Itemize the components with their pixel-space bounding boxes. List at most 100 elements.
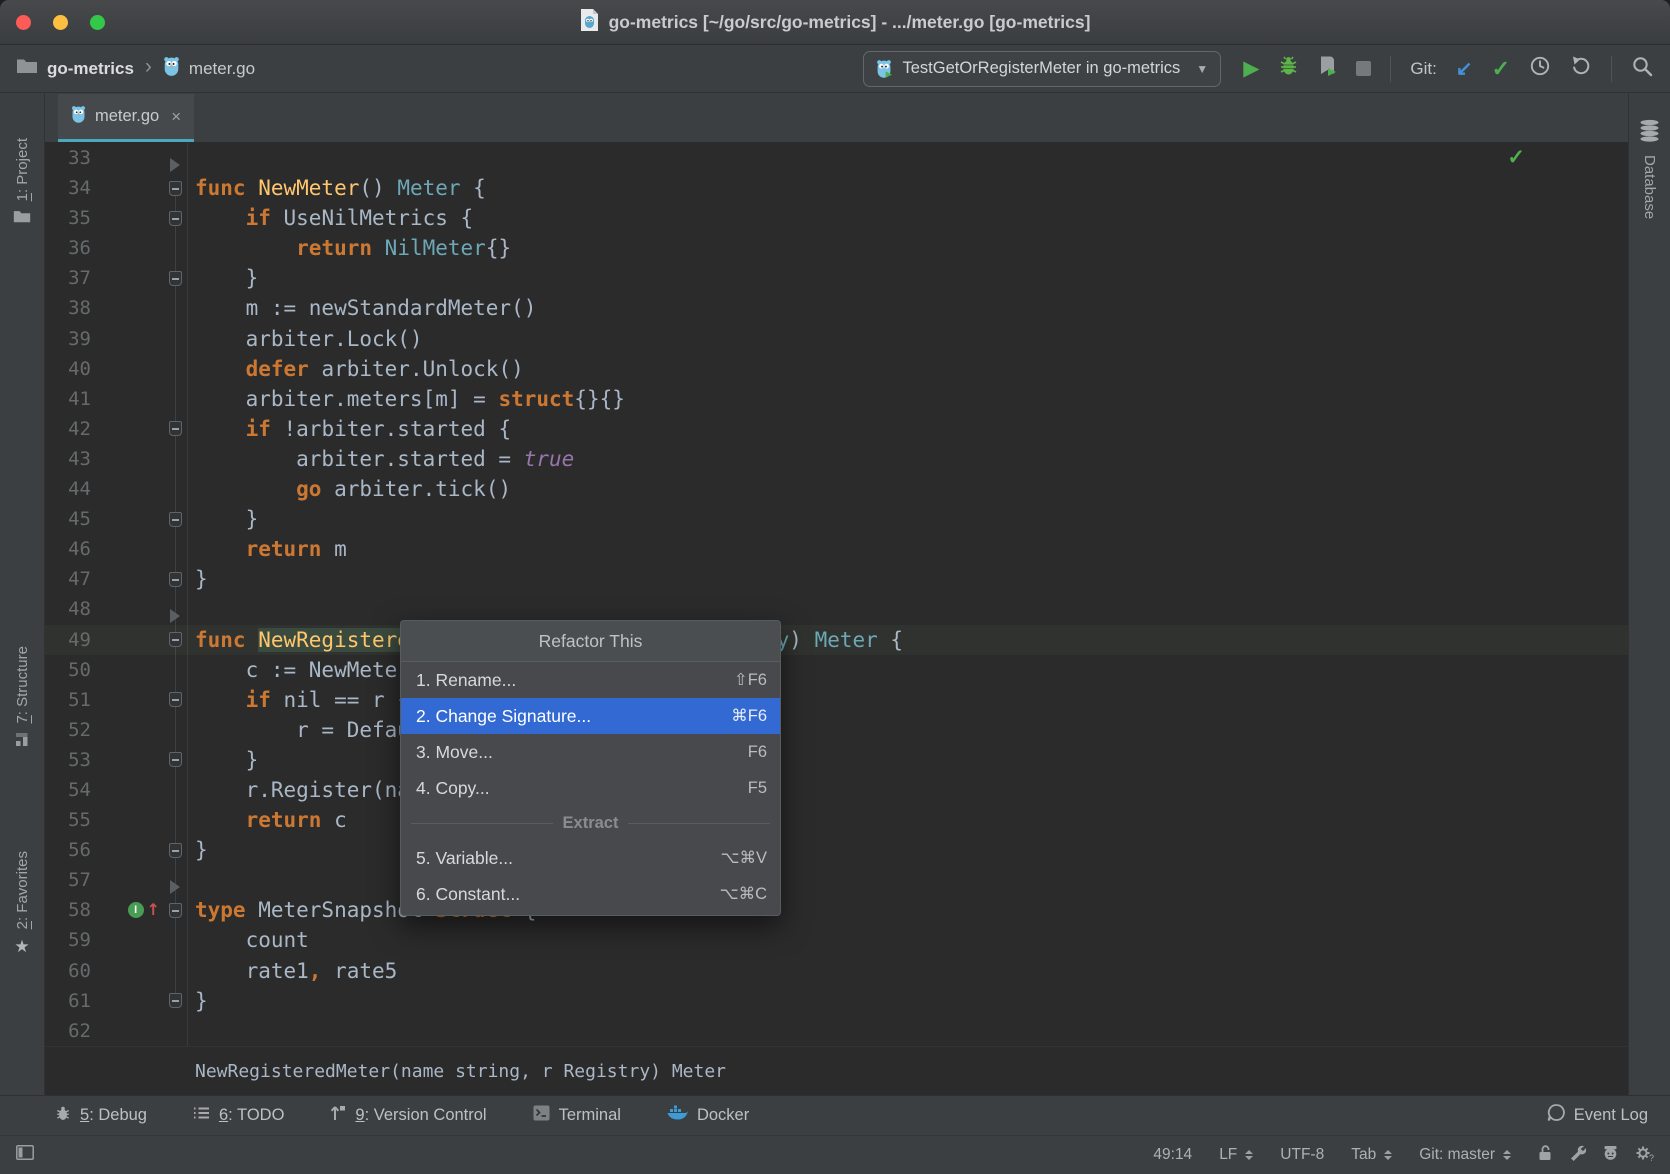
code-line[interactable]: 54 r.Register(name, c)	[45, 775, 1628, 805]
vcs-icon	[330, 1104, 346, 1127]
code-line[interactable]: 33	[45, 143, 1628, 173]
code-line[interactable]: 43 arbiter.started = true	[45, 444, 1628, 474]
code-line[interactable]: 50 c := NewMeter()	[45, 655, 1628, 685]
menu-item-copy[interactable]: 4. Copy... F5	[401, 770, 780, 806]
run-with-coverage-button[interactable]	[1318, 55, 1337, 82]
inspections-ok-icon[interactable]: ✓	[1507, 145, 1525, 170]
code-line[interactable]: 61}	[45, 986, 1628, 1016]
line-ending-select[interactable]: LF	[1219, 1146, 1254, 1164]
code-line[interactable]: 44 go arbiter.tick()	[45, 474, 1628, 504]
close-tab-icon[interactable]: ×	[171, 107, 181, 127]
fold-open-icon[interactable]	[168, 421, 182, 437]
gutter: 39	[45, 324, 187, 354]
code-line[interactable]: 45 }	[45, 504, 1628, 534]
code-line[interactable]: 37 }	[45, 263, 1628, 293]
breadcrumb-file[interactable]: meter.go	[189, 59, 255, 79]
code-line[interactable]: 46 return m	[45, 534, 1628, 564]
line-number: 56	[68, 839, 91, 862]
lock-icon[interactable]	[1538, 1144, 1553, 1166]
override-up-icon[interactable]: ↑	[147, 895, 160, 925]
git-update-button[interactable]: ↙	[1456, 59, 1473, 79]
toolwindow-switcher-icon[interactable]	[16, 1145, 34, 1165]
code-line[interactable]: 52 r = DefaultRegistry	[45, 715, 1628, 745]
fold-open-icon[interactable]	[168, 180, 182, 196]
minimize-window-button[interactable]	[53, 14, 68, 30]
fold-open-icon[interactable]	[168, 632, 182, 648]
indent-style-select[interactable]: Tab	[1351, 1146, 1393, 1164]
zoom-window-button[interactable]	[90, 14, 105, 30]
sidebar-item-project[interactable]: 1: Project	[0, 138, 44, 228]
rollback-button[interactable]	[1570, 55, 1592, 82]
fold-close-icon[interactable]	[168, 571, 182, 587]
gutter: 50	[45, 655, 187, 685]
history-button[interactable]	[1529, 55, 1551, 82]
menu-item-change-signature[interactable]: 2. Change Signature... ⌘F6	[401, 698, 780, 734]
file-encoding[interactable]: UTF-8	[1280, 1146, 1324, 1164]
fold-open-icon[interactable]	[168, 692, 182, 708]
code-line[interactable]: 40 defer arbiter.Unlock()	[45, 354, 1628, 384]
line-number: 47	[68, 568, 91, 591]
breadcrumb-project[interactable]: go-metrics	[47, 59, 134, 79]
code-line[interactable]: 36 return NilMeter{}	[45, 233, 1628, 263]
inspector-icon[interactable]	[1602, 1144, 1619, 1166]
toolwindow-todo[interactable]: 6: TODO	[193, 1106, 284, 1125]
gear-icon[interactable]: ?	[1635, 1144, 1654, 1167]
run-button[interactable]: ▶	[1243, 58, 1259, 79]
code-line[interactable]: 38 m := newStandardMeter()	[45, 293, 1628, 323]
sidebar-item-structure[interactable]: 7: Structure	[0, 646, 44, 751]
fold-close-icon[interactable]	[168, 842, 182, 858]
code-line[interactable]: 58I↑type MeterSnapshot struct {	[45, 895, 1628, 925]
run-configuration-select[interactable]: TestGetOrRegisterMeter in go-metrics ▼	[863, 50, 1222, 87]
editor-tab-bar: meter.go ×	[45, 93, 1628, 143]
close-window-button[interactable]	[16, 14, 31, 30]
code-lines: 33 34 func NewMeter() Meter {35 if UseNilM…	[45, 143, 1628, 1046]
menu-item-variable[interactable]: 5. Variable... ⌥⌘V	[401, 840, 780, 876]
tab-meter-go[interactable]: meter.go ×	[58, 94, 195, 142]
right-toolwindow-stripe: Database	[1628, 93, 1670, 1095]
code-line[interactable]: 57	[45, 865, 1628, 895]
menu-item-rename[interactable]: 1. Rename... ⇧F6	[401, 662, 780, 698]
code-line[interactable]: 39 arbiter.Lock()	[45, 324, 1628, 354]
implemented-interface-icon[interactable]: I	[127, 902, 144, 919]
toolwindow-version-control[interactable]: 9: Version Control	[330, 1104, 487, 1127]
fold-close-icon[interactable]	[168, 511, 182, 527]
search-everywhere-icon[interactable]	[1631, 55, 1654, 83]
shortcut-label: ⌥⌘V	[720, 849, 767, 867]
fold-open-icon[interactable]	[168, 210, 182, 226]
fold-open-icon[interactable]	[168, 902, 182, 918]
code-line[interactable]: 51 if nil == r {	[45, 685, 1628, 715]
ide-window: go-metrics [~/go/src/go-metrics] - .../m…	[0, 0, 1670, 1174]
sidebar-item-database[interactable]: Database	[1629, 119, 1670, 219]
toolwindow-docker[interactable]: Docker	[667, 1105, 749, 1127]
fold-close-icon[interactable]	[168, 270, 182, 286]
toolwindow-terminal[interactable]: Terminal	[533, 1105, 621, 1126]
code-editor[interactable]: 33 34 func NewMeter() Meter {35 if UseNilM…	[45, 143, 1628, 1095]
code-line[interactable]: 48	[45, 594, 1628, 624]
code-line[interactable]: 60 rate1, rate5	[45, 956, 1628, 986]
debug-button[interactable]	[1278, 55, 1299, 82]
fold-close-icon[interactable]	[168, 752, 182, 768]
toolwindow-debug[interactable]: 5: Debug	[55, 1105, 147, 1127]
sidebar-item-favorites[interactable]: 2: Favorites ★	[0, 851, 44, 957]
caret-position[interactable]: 49:14	[1153, 1146, 1192, 1164]
stop-button[interactable]	[1356, 61, 1372, 76]
code-line[interactable]: 59 count	[45, 925, 1628, 955]
git-branch-select[interactable]: Git: master	[1419, 1146, 1511, 1164]
code-line[interactable]: 41 arbiter.meters[m] = struct{}{}	[45, 384, 1628, 414]
menu-item-move[interactable]: 3. Move... F6	[401, 734, 780, 770]
code-line[interactable]: 55 return c	[45, 805, 1628, 835]
git-commit-button[interactable]: ✓	[1492, 57, 1510, 80]
code-line[interactable]: 47}	[45, 564, 1628, 594]
event-log-button[interactable]: Event Log	[1546, 1103, 1648, 1128]
code-line[interactable]: 35 if UseNilMetrics {	[45, 203, 1628, 233]
code-line[interactable]: 34 func NewMeter() Meter {	[45, 173, 1628, 203]
code-line[interactable]: 53 }	[45, 745, 1628, 775]
code-line[interactable]: 42 if !arbiter.started {	[45, 414, 1628, 444]
fold-close-icon[interactable]	[168, 993, 182, 1009]
wrench-icon[interactable]	[1569, 1144, 1587, 1166]
code-line[interactable]: 49func NewRegisteredMeter(name string, r…	[45, 624, 1628, 655]
code-line[interactable]: 62	[45, 1016, 1628, 1046]
code-line[interactable]: 56}	[45, 835, 1628, 865]
menu-item-constant[interactable]: 6. Constant... ⌥⌘C	[401, 876, 780, 912]
method-separator-arrow-icon	[170, 158, 180, 173]
